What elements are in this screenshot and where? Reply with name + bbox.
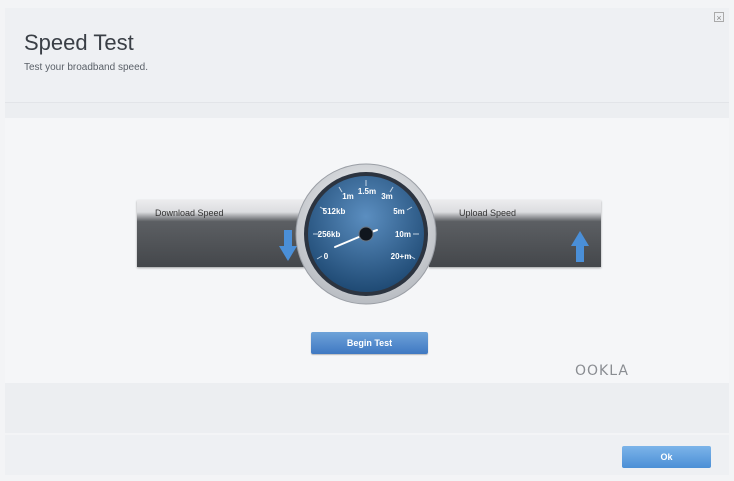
arrow-up-icon xyxy=(571,231,589,262)
page-subtitle: Test your broadband speed. xyxy=(24,62,148,73)
ookla-logo: OOKLA xyxy=(575,363,629,379)
gauge-label: 5m xyxy=(393,207,405,216)
close-icon[interactable]: × xyxy=(714,12,724,23)
begin-test-button[interactable]: Begin Test xyxy=(311,332,428,354)
gauge-label: 10m xyxy=(395,230,411,239)
speed-test-panel: Download Speed Upload Speed 0 256kb 512k… xyxy=(5,118,729,383)
speed-test-area: Download Speed Upload Speed 0 256kb 512k… xyxy=(5,103,729,433)
gauge-label: 512kb xyxy=(323,207,346,216)
gauge-label: 1.5m xyxy=(358,187,376,196)
download-speed-panel: Download Speed xyxy=(137,200,309,267)
gauge-label: 0 xyxy=(324,252,329,261)
gauge-label: 3m xyxy=(381,192,393,201)
gauge-label: 20+m xyxy=(391,252,412,261)
upload-speed-panel: Upload Speed xyxy=(429,200,601,267)
gauge-hub xyxy=(358,226,374,242)
gauge-label: 1m xyxy=(342,192,354,201)
upload-speed-label: Upload Speed xyxy=(459,208,517,218)
gauge-label: 256kb xyxy=(318,230,341,239)
download-speed-label: Download Speed xyxy=(155,208,224,218)
page-header: Speed Test Test your broadband speed. × xyxy=(5,8,729,103)
ok-button[interactable]: Ok xyxy=(622,446,711,468)
speedometer-gauge: 0 256kb 512kb 1m 1.5m 3m 5m 10m 20+m xyxy=(295,163,437,305)
page-title: Speed Test xyxy=(24,30,134,55)
page-footer: Ok xyxy=(5,435,729,475)
